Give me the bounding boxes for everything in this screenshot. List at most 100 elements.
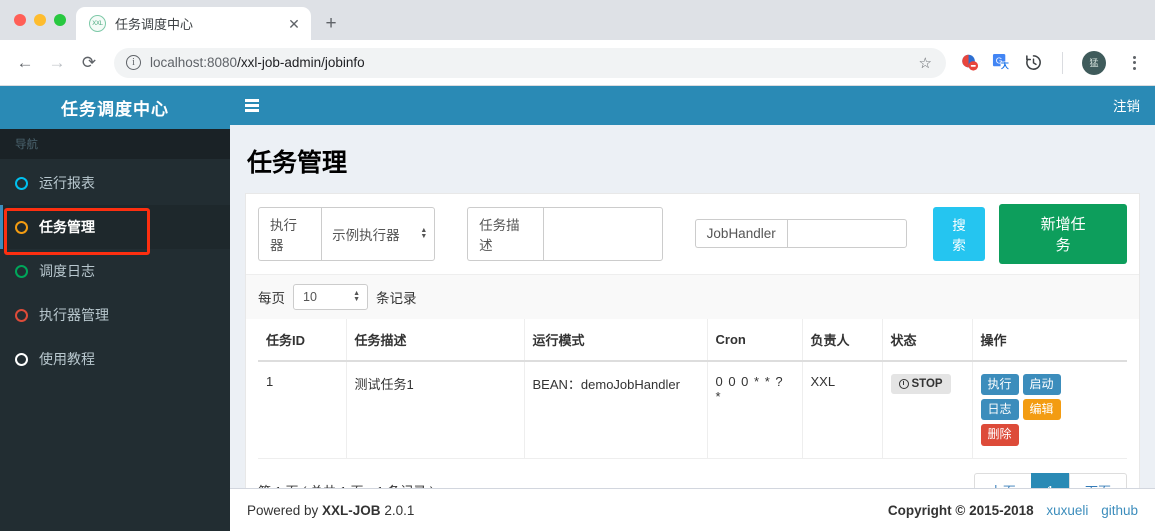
executor-select[interactable]: 示例执行器 ▲ ▼: [321, 206, 436, 261]
column-header-status: 状态: [882, 318, 973, 362]
sidebar-item-label: 使用教程: [39, 351, 95, 367]
per-page-prefix: 每页: [258, 290, 285, 306]
sidebar-item-label: 运行报表: [39, 175, 95, 191]
page-title: 任务管理: [247, 148, 348, 177]
cell-owner: XXL: [802, 360, 883, 459]
history-sync-icon[interactable]: [1024, 53, 1043, 72]
cell-cron: 0 0 0 * * ? *: [707, 360, 803, 459]
profile-avatar[interactable]: 猛: [1082, 50, 1106, 75]
app-brand[interactable]: 任务调度中心: [0, 86, 230, 129]
powered-prefix: Powered by: [247, 502, 323, 518]
circle-icon: [15, 264, 28, 278]
column-header-cron: Cron: [707, 318, 803, 362]
close-tab-icon[interactable]: ✕: [285, 15, 303, 33]
circle-icon: [15, 352, 28, 366]
hamburger-icon[interactable]: [245, 99, 259, 112]
desc-filter-label: 任务描述: [467, 206, 543, 261]
author-link[interactable]: xuxueli: [1046, 503, 1088, 518]
handler-filter-group: JobHandler: [694, 219, 907, 249]
sidebar-item-tutorial[interactable]: 使用教程: [0, 337, 230, 381]
executor-filter-group: 执行器 示例执行器 ▲ ▼: [258, 206, 436, 261]
status-badge: STOP: [890, 373, 951, 394]
site-info-icon[interactable]: i: [126, 55, 141, 70]
sidebar-item-label: 任务管理: [39, 219, 95, 235]
translate-icon[interactable]: G: [992, 53, 1011, 72]
start-button[interactable]: 启动: [1022, 373, 1061, 396]
search-button[interactable]: 搜索: [932, 206, 986, 261]
reload-icon[interactable]: ⟳: [74, 48, 104, 78]
table-wrapper: 任务ID 任务描述 运行模式 Cron 负责人 状态 操作 1 测试任务1 BE…: [246, 318, 1139, 459]
url-path: /xxl-job-admin/jobinfo: [237, 55, 365, 70]
stop-circle-icon: [898, 378, 909, 389]
cell-id: 1: [258, 360, 347, 459]
adblock-icon[interactable]: [960, 53, 979, 72]
sidebar-item-job-management[interactable]: 任务管理: [0, 205, 230, 249]
browser-tab[interactable]: XXL 任务调度中心 ✕: [76, 7, 311, 40]
github-link[interactable]: github: [1101, 503, 1138, 518]
sidebar-item-label: 执行器管理: [39, 307, 109, 323]
add-job-button[interactable]: 新增任务: [999, 203, 1127, 264]
log-button[interactable]: 日志: [980, 399, 1019, 421]
prev-page-button[interactable]: 上页: [973, 472, 1032, 489]
powered-by-text: Powered by XXL-JOB 2.0.1: [247, 503, 414, 518]
copyright-text: Copyright © 2015-2018: [887, 502, 1034, 518]
per-page-select[interactable]: 10 ▲ ▼: [293, 283, 368, 310]
table-head: 任务ID 任务描述 运行模式 Cron 负责人 状态 操作: [258, 318, 1127, 362]
url-text: localhost:8080/xxl-job-admin/jobinfo: [150, 55, 910, 70]
column-header-id: 任务ID: [258, 318, 347, 362]
maximize-window-button[interactable]: [54, 14, 66, 26]
chevron-updown-icon: ▲ ▼: [353, 289, 360, 303]
sidebar-item-report[interactable]: 运行报表: [0, 161, 230, 205]
table-header-row: 任务ID 任务描述 运行模式 Cron 负责人 状态 操作: [258, 318, 1127, 362]
page-footer: Powered by XXL-JOB 2.0.1 Copyright © 201…: [230, 488, 1155, 531]
content-body: 任务管理 执行器 示例执行器 ▲ ▼ 任务描述 JobHandler 搜索 新增…: [230, 125, 1155, 489]
executor-filter-label: 执行器: [258, 206, 322, 261]
circle-icon: [15, 220, 28, 234]
back-icon[interactable]: ←: [10, 48, 40, 78]
sidebar-item-executor-management[interactable]: 执行器管理: [0, 293, 230, 337]
cell-ops: 执行 启动 日志 编辑 删除: [972, 360, 1127, 459]
forward-icon[interactable]: →: [42, 48, 72, 78]
run-button[interactable]: 执行: [980, 373, 1019, 396]
column-header-owner: 负责人: [802, 318, 883, 362]
circle-icon: [15, 308, 28, 322]
copyright-area: Copyright © 2015-2018 xuxueli github: [888, 503, 1138, 518]
tab-strip: XXL 任务调度中心 ✕ +: [0, 0, 1155, 40]
close-window-button[interactable]: [14, 14, 26, 26]
desc-filter-input[interactable]: [542, 206, 663, 261]
column-header-desc: 任务描述: [346, 318, 525, 362]
sidebar-item-label: 调度日志: [39, 263, 95, 279]
powered-version: 2.0.1: [380, 502, 415, 518]
delete-button[interactable]: 删除: [980, 424, 1019, 446]
minimize-window-button[interactable]: [34, 14, 46, 26]
table-row[interactable]: 1 测试任务1 BEAN：demoJobHandler 0 0 0 * * ? …: [258, 360, 1127, 459]
cell-mode: BEAN：demoJobHandler: [524, 360, 708, 459]
next-page-button[interactable]: 下页: [1068, 472, 1127, 489]
pagination-controls: 上页 1 下页: [973, 472, 1127, 489]
new-tab-button[interactable]: +: [317, 9, 345, 37]
address-bar[interactable]: i localhost:8080/xxl-job-admin/jobinfo ☆: [114, 47, 946, 78]
logout-link[interactable]: 注销: [1113, 95, 1140, 115]
job-table: 任务ID 任务描述 运行模式 Cron 负责人 状态 操作 1 测试任务1 BE…: [258, 318, 1127, 459]
url-host: localhost:8080: [150, 55, 238, 70]
cell-status: STOP: [882, 360, 973, 459]
browser-toolbar: ← → ⟳ i localhost:8080/xxl-job-admin/job…: [0, 40, 1155, 86]
browser-menu-icon[interactable]: [1123, 55, 1145, 70]
sidebar: 任务调度中心 导航 运行报表 任务管理 调度日志 执行器管理 使用教程: [0, 86, 230, 531]
sidebar-nav-list: 运行报表 任务管理 调度日志 执行器管理 使用教程: [0, 159, 230, 381]
job-panel: 执行器 示例执行器 ▲ ▼ 任务描述 JobHandler 搜索 新增任务 每页…: [245, 192, 1140, 489]
executor-select-value: 示例执行器: [332, 227, 400, 243]
column-header-ops: 操作: [972, 318, 1127, 362]
top-navbar: 注销: [230, 86, 1155, 125]
column-header-mode: 运行模式: [524, 318, 708, 362]
browser-window: XXL 任务调度中心 ✕ + ← → ⟳ i localhost:8080/xx…: [0, 0, 1155, 531]
handler-filter-input[interactable]: [786, 219, 907, 249]
edit-button[interactable]: 编辑: [1022, 399, 1061, 421]
content-column: 注销 任务管理 执行器 示例执行器 ▲ ▼ 任务描述 JobHandler 搜索…: [230, 86, 1155, 531]
cell-desc: 测试任务1: [346, 360, 525, 459]
window-controls[interactable]: [12, 0, 76, 40]
sidebar-item-schedule-log[interactable]: 调度日志: [0, 249, 230, 293]
circle-icon: [15, 176, 28, 190]
bookmark-star-icon[interactable]: ☆: [919, 54, 932, 72]
page-number-button-1[interactable]: 1: [1030, 472, 1070, 489]
